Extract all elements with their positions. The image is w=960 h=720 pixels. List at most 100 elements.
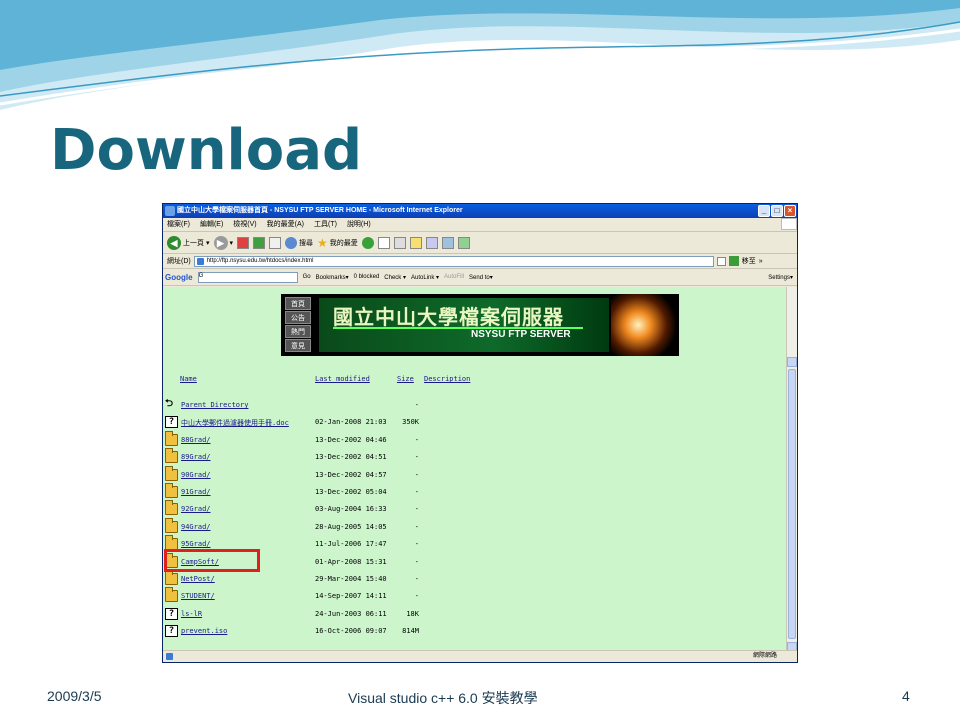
refresh-icon[interactable] <box>253 236 266 249</box>
ie-logo-icon <box>165 206 175 216</box>
messenger-icon[interactable] <box>441 236 454 249</box>
address-input[interactable]: http://ftp.nsysu.edu.tw/htdocs/index.htm… <box>193 255 714 267</box>
file-link[interactable]: 90Grad/ <box>181 471 211 479</box>
sort-by-size[interactable]: Size <box>397 375 414 383</box>
file-modified: 01-Apr-2008 15:31 <box>315 557 387 566</box>
menu-file[interactable]: 檔案(F) <box>167 218 190 231</box>
banner-glow-graphic <box>611 294 679 356</box>
file-link[interactable]: 88Grad/ <box>181 436 211 444</box>
folder-icon <box>165 430 178 446</box>
table-row: 91Grad/13-Dec-2002 05:04 - <box>163 483 787 501</box>
google-popup-blocked[interactable]: 0 blocked <box>354 274 380 280</box>
file-size: - <box>414 470 419 479</box>
forward-button[interactable]: ▶ ▾ <box>213 235 233 250</box>
file-modified: 13-Dec-2002 04:46 <box>315 435 387 444</box>
google-bookmarks-button[interactable]: Bookmarks▾ <box>316 274 349 281</box>
google-go-button[interactable]: Go <box>303 274 311 280</box>
maximize-button[interactable]: □ <box>771 205 783 217</box>
file-link[interactable]: ls-lR <box>181 610 202 618</box>
file-link[interactable]: STUDENT/ <box>181 592 215 600</box>
file-modified: 02-Jan-2008 21:03 <box>315 418 387 427</box>
file-link[interactable]: 91Grad/ <box>181 488 211 496</box>
file-modified: 13-Dec-2002 05:04 <box>315 488 387 496</box>
unknown-file-icon: ? <box>165 625 178 638</box>
slide-title: Download <box>50 118 363 183</box>
sort-by-description[interactable]: Description <box>424 375 470 383</box>
mail-icon[interactable] <box>377 236 390 249</box>
file-link[interactable]: NetPost/ <box>181 575 215 583</box>
go-button[interactable]: 移至 <box>742 256 756 266</box>
forward-arrow-icon: ▶ <box>213 235 228 250</box>
file-link[interactable]: 94Grad/ <box>181 523 211 531</box>
toolbar-more[interactable]: » <box>759 258 763 265</box>
banner-nav: 首頁 公告 熱門 意見 <box>285 297 311 352</box>
menu-view[interactable]: 檢視(V) <box>233 218 256 231</box>
nav-announcements[interactable]: 公告 <box>285 311 311 324</box>
browser-window: 國立中山大學檔案伺服器首頁 - NSYSU FTP SERVER HOME - … <box>162 203 798 663</box>
google-spellcheck-button[interactable]: Check ▾ <box>384 274 406 281</box>
vertical-scrollbar[interactable] <box>786 287 797 652</box>
google-settings-button[interactable]: Settings▾ <box>768 274 793 281</box>
file-link[interactable]: Parent Directory <box>181 401 248 409</box>
table-row: 92Grad/03-Aug-2004 16:33 - <box>163 500 787 518</box>
nav-feedback[interactable]: 意見 <box>285 339 311 352</box>
stop-icon[interactable] <box>237 236 250 249</box>
menu-edit[interactable]: 編輯(E) <box>200 218 223 231</box>
file-size: - <box>414 557 419 566</box>
home-icon[interactable] <box>269 236 282 249</box>
folder-icon[interactable] <box>409 236 422 249</box>
favorites-button[interactable]: ★ 我的最愛 <box>317 236 358 250</box>
address-dropdown-icon[interactable] <box>716 256 726 266</box>
header-wave-decoration <box>0 0 960 110</box>
security-zone: 網際網路 <box>752 653 777 659</box>
google-sendto-button[interactable]: Send to▾ <box>469 274 493 281</box>
footer-caption: Visual studio c++ 6.0 安裝教學 <box>348 690 538 706</box>
file-link[interactable]: 中山大學郵件過濾器使用手冊.doc <box>181 418 289 428</box>
google-autofill-button[interactable]: AutoFill <box>444 274 464 280</box>
file-link[interactable]: 89Grad/ <box>181 453 211 461</box>
table-row: STUDENT/14-Sep-2007 14:11 - <box>163 587 787 605</box>
folder-icon <box>165 465 178 481</box>
file-modified: 13-Dec-2002 04:51 <box>315 453 387 462</box>
menu-tools[interactable]: 工具(T) <box>314 218 337 231</box>
site-banner: 首頁 公告 熱門 意見 國立中山大學檔案伺服器 NSYSU FTP SERVER <box>281 294 679 356</box>
folder-icon <box>165 448 178 464</box>
page-number: 4 <box>902 688 910 704</box>
menu-help[interactable]: 說明(H) <box>347 218 371 231</box>
parent-directory-icon: ⮌ <box>165 398 174 409</box>
sort-by-name[interactable]: Name <box>180 375 197 383</box>
banner-english-title: NSYSU FTP SERVER <box>471 329 571 340</box>
table-row: 90Grad/13-Dec-2002 04:57 - <box>163 465 787 484</box>
star-icon: ★ <box>317 235 328 250</box>
search-button[interactable]: 搜尋 <box>285 236 313 249</box>
window-title: 國立中山大學檔案伺服器首頁 - NSYSU FTP SERVER HOME - … <box>177 207 463 214</box>
sort-by-modified[interactable]: Last modified <box>315 375 370 383</box>
close-button[interactable]: × <box>784 205 796 217</box>
file-link[interactable]: 92Grad/ <box>181 505 211 513</box>
tools-icon[interactable] <box>457 236 470 249</box>
file-modified: 03-Aug-2004 16:33 <box>315 505 387 514</box>
file-link[interactable]: prevent.iso <box>181 627 227 635</box>
print-icon[interactable] <box>393 236 406 249</box>
edit-icon[interactable] <box>425 236 438 249</box>
file-modified: 14-Sep-2007 14:11 <box>315 592 387 601</box>
file-link[interactable]: 95Grad/ <box>181 540 211 548</box>
back-button[interactable]: ◀ 上一頁 ▾ <box>167 235 210 250</box>
file-size: - <box>414 540 419 549</box>
menu-favorites[interactable]: 我的最愛(A) <box>267 218 304 231</box>
table-row: 89Grad/13-Dec-2002 04:51 - <box>163 448 787 466</box>
campsoft-highlight-box <box>164 549 260 572</box>
google-toolbar: Google G Go Bookmarks▾ 0 blocked Check ▾… <box>163 269 797 286</box>
nav-home[interactable]: 首頁 <box>285 297 311 310</box>
minimize-button[interactable]: _ <box>758 205 770 217</box>
scroll-up-button[interactable] <box>787 357 797 367</box>
file-size: 18K <box>406 609 419 618</box>
nav-popular[interactable]: 熱門 <box>285 325 311 338</box>
google-autolink-button[interactable]: AutoLink ▾ <box>411 274 439 281</box>
history-icon[interactable] <box>361 236 374 249</box>
file-modified: 11-Jul-2006 17:47 <box>315 540 387 549</box>
folder-icon <box>165 587 178 603</box>
go-arrow-icon[interactable] <box>728 256 739 266</box>
google-search-input[interactable]: G <box>197 271 298 283</box>
scroll-thumb[interactable] <box>788 369 796 639</box>
